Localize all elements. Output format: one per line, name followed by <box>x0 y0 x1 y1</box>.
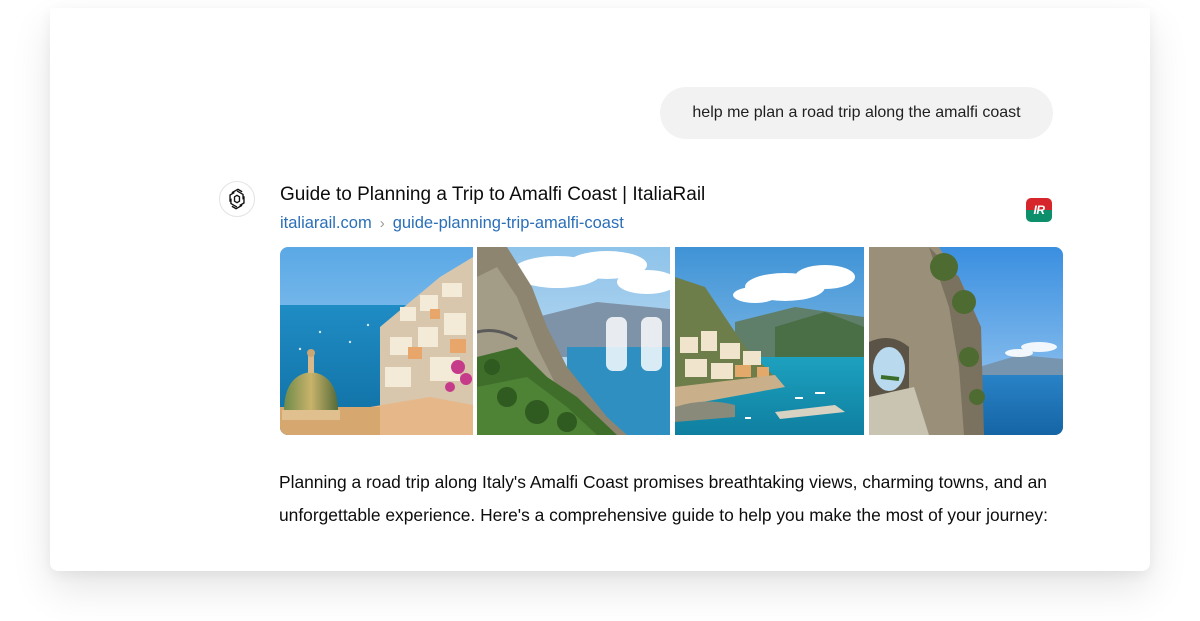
result-path[interactable]: guide-planning-trip-amalfi-coast <box>393 214 624 233</box>
pause-button[interactable] <box>606 317 662 371</box>
positano-dome-photo[interactable] <box>280 247 473 435</box>
pause-icon <box>606 317 627 371</box>
result-domain[interactable]: italiarail.com <box>280 214 372 233</box>
amalfi-town-photo[interactable] <box>675 247 864 435</box>
image-gallery[interactable] <box>280 247 1063 435</box>
result-url[interactable]: italiarail.com › guide-planning-trip-ama… <box>280 214 624 233</box>
user-message-text: help me plan a road trip along the amalf… <box>692 104 1021 121</box>
chevron-right-icon: › <box>379 215 385 232</box>
assistant-response-text: Planning a road trip along Italy's Amalf… <box>279 472 1048 525</box>
rock-tunnel-photo[interactable] <box>869 247 1063 435</box>
favicon-text: IR <box>1033 203 1046 217</box>
italiarail-favicon: IR <box>1026 198 1052 222</box>
user-message-bubble: help me plan a road trip along the amalf… <box>660 87 1053 139</box>
pause-icon <box>641 317 662 371</box>
result-title[interactable]: Guide to Planning a Trip to Amalfi Coast… <box>280 184 705 206</box>
openai-logo-icon <box>219 181 255 217</box>
